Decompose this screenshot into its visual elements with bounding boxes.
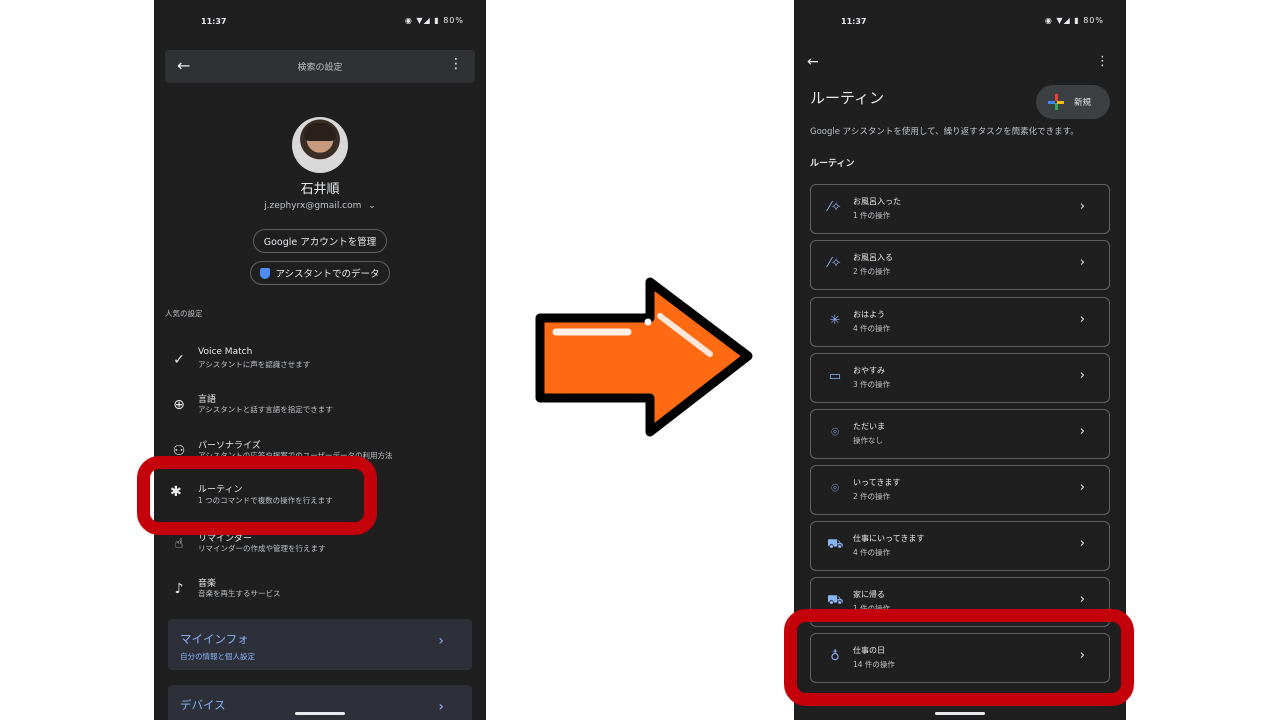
gesture-nav-handle[interactable] [935, 712, 985, 715]
more-vert-icon[interactable]: ⋮ [449, 56, 463, 72]
routines-heading: ルーティン [810, 159, 855, 169]
card-title: デバイス [180, 698, 226, 712]
hand-icon: ☝ [174, 536, 184, 552]
toolbar-title: 検索の設定 [297, 63, 343, 73]
routine-name: いってきます [853, 478, 901, 487]
magic-wand-icon: ⁄✧ [828, 200, 842, 215]
chevron-right-icon: › [1079, 480, 1085, 495]
left-phone-screen: 11:37 ◉ ▼◢ ▮ 80% ← 検索の設定 ⋮ 石井順 j.zephyrx… [154, 0, 486, 720]
routine-item[interactable]: ▭ おやすみ 3 件の操作 › [810, 353, 1110, 403]
routine-item[interactable]: ⁄✧ お風呂入った 1 件の操作 › [810, 184, 1110, 234]
routine-actions: 3 件の操作 [853, 380, 891, 389]
location-pin-icon: ⌾ [831, 425, 839, 440]
account-name: 石井順 [300, 182, 340, 197]
more-vert-icon[interactable]: ⋮ [1096, 54, 1109, 69]
chevron-right-icon: › [1079, 312, 1085, 327]
menu-item-subtitle: リマインダーの作成や管理を行えます [198, 544, 326, 553]
routine-name: 仕事にいってきます [853, 534, 925, 543]
chevron-down-icon: ⌄ [368, 201, 376, 211]
music-note-icon: ♪ [174, 581, 184, 597]
chevron-right-icon: › [438, 633, 444, 649]
status-icons: ◉ ▼◢ ▮ 80% [1044, 16, 1104, 25]
routine-actions: 1 件の操作 [853, 211, 891, 220]
orange-arrow-icon [535, 277, 753, 437]
status-time: 11:37 [841, 17, 867, 26]
chevron-right-icon: › [1079, 199, 1085, 214]
chevron-right-icon: › [1079, 536, 1085, 551]
highlight-frame-workday [784, 609, 1134, 706]
sun-icon: ✳ [829, 313, 841, 328]
routine-item[interactable]: ⁄✧ お風呂入る 2 件の操作 › [810, 240, 1110, 290]
assistant-data-label: アシスタントでのデータ [275, 269, 380, 280]
routine-name: おはよう [853, 310, 885, 319]
magic-wand-icon: ⁄✧ [828, 256, 842, 271]
card-title: マイインフォ [180, 632, 249, 646]
settings-toolbar: ← 検索の設定 ⋮ [165, 50, 475, 83]
account-email-row[interactable]: j.zephyrx@gmail.com ⌄ [154, 201, 486, 211]
page-title: ルーティン [810, 89, 885, 107]
avatar[interactable] [292, 117, 348, 173]
menu-item-reminders[interactable]: ☝ リマインダー リマインダーの作成や管理を行えます [168, 530, 468, 566]
menu-item-subtitle: アシスタントと話す言語を指定できます [198, 405, 333, 414]
routine-actions: 操作なし [853, 436, 883, 445]
menu-item-subtitle: アシスタントに声を認識させます [198, 360, 311, 369]
assistant-data-button[interactable]: アシスタントでのデータ [250, 261, 390, 285]
chevron-right-icon: › [1079, 592, 1085, 607]
menu-item-subtitle: 音楽を再生するサービス [198, 589, 281, 598]
back-arrow-icon[interactable]: ← [807, 54, 819, 70]
routine-name: お風呂入った [853, 197, 901, 206]
new-routine-button[interactable]: 新規 [1036, 85, 1110, 119]
chevron-right-icon: › [438, 699, 444, 715]
card-subtitle: 自分の情報と個人設定 [180, 652, 255, 661]
chevron-right-icon: › [1079, 368, 1085, 383]
google-plus-icon [1048, 94, 1064, 110]
status-time: 11:37 [201, 17, 227, 26]
voice-match-icon: ✓ [173, 352, 185, 368]
commute-icon: ⛟ [827, 537, 844, 552]
bed-icon: ▭ [828, 369, 842, 384]
manage-account-button[interactable]: Google アカウントを管理 [253, 229, 387, 253]
manage-account-label: Google アカウントを管理 [263, 237, 377, 248]
routine-actions: 4 件の操作 [853, 548, 891, 557]
globe-icon: ⊕ [173, 397, 185, 413]
highlight-frame-routine [137, 456, 377, 535]
routine-name: おやすみ [853, 366, 885, 375]
routine-actions: 2 件の操作 [853, 492, 891, 501]
gesture-nav-handle[interactable] [295, 712, 345, 715]
routine-name: お風呂入る [853, 253, 893, 262]
battery-level: 80% [1083, 16, 1104, 25]
menu-item-language[interactable]: ⊕ 言語 アシスタントと話す言語を指定できます [168, 391, 468, 427]
page-description: Google アシスタントを使用して、繰り返すタスクを簡素化できます。 [810, 127, 1079, 137]
menu-item-title: Voice Match [198, 347, 253, 357]
status-bar: 11:37 ◉ ▼◢ ▮ 80% [794, 14, 1126, 30]
routine-actions: 4 件の操作 [853, 324, 891, 333]
routine-item[interactable]: ⌾ ただいま 操作なし › [810, 409, 1110, 459]
routine-item[interactable]: ⛟ 仕事にいってきます 4 件の操作 › [810, 521, 1110, 571]
account-email: j.zephyrx@gmail.com [264, 201, 362, 211]
routine-name: ただいま [853, 422, 885, 431]
status-icons: ◉ ▼◢ ▮ 80% [404, 16, 464, 25]
menu-item-music[interactable]: ♪ 音楽 音楽を再生するサービス [168, 575, 468, 611]
new-routine-label: 新規 [1074, 98, 1092, 108]
routine-actions: 2 件の操作 [853, 267, 891, 276]
shield-icon [260, 267, 271, 279]
chevron-right-icon: › [1079, 255, 1085, 270]
popular-settings-heading: 人気の設定 [165, 309, 203, 318]
menu-item-voice-match[interactable]: ✓ Voice Match アシスタントに声を認識させます [168, 346, 468, 382]
routine-name: 家に帰る [853, 590, 885, 599]
routine-item[interactable]: ⌾ いってきます 2 件の操作 › [810, 465, 1110, 515]
battery-level: 80% [443, 16, 464, 25]
status-bar: 11:37 ◉ ▼◢ ▮ 80% [154, 14, 486, 30]
location-pin-icon: ⌾ [831, 481, 839, 496]
chevron-right-icon: › [1079, 424, 1085, 439]
routine-item[interactable]: ✳ おはよう 4 件の操作 › [810, 297, 1110, 347]
card-my-info[interactable]: マイインフォ 自分の情報と個人設定 › [168, 619, 472, 670]
commute-icon: ⛟ [827, 593, 844, 608]
